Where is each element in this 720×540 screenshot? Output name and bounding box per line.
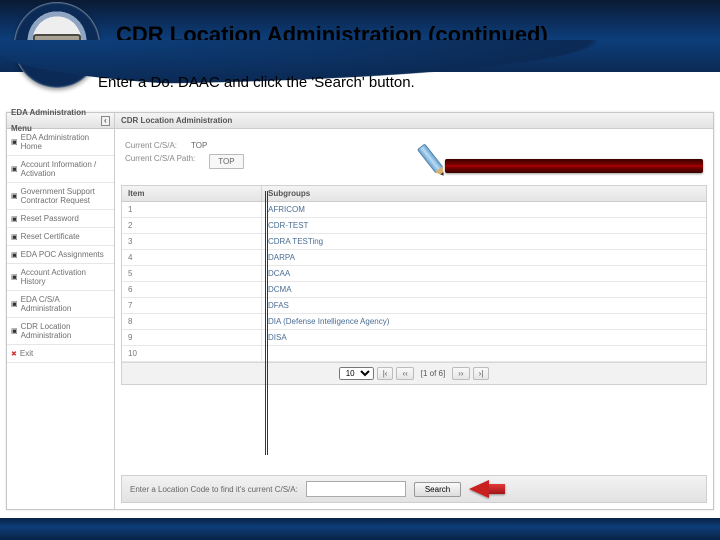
sidebar-item-label: Exit xyxy=(20,349,33,358)
sidebar-item-label: EDA Administration Home xyxy=(21,133,110,151)
exit-icon: ✖ xyxy=(11,350,17,358)
table-header: Item Subgroups xyxy=(122,186,706,202)
row-index: 1 xyxy=(122,202,262,217)
main-panel: CDR Location Administration Current C/S/… xyxy=(115,113,713,509)
sidebar-item-label: Account Information / Activation xyxy=(21,160,110,178)
sidebar-item-account-info[interactable]: ▣Account Information / Activation xyxy=(7,156,114,183)
table-row[interactable]: 2CDR-TEST xyxy=(122,218,706,234)
pager-last-button[interactable]: ›| xyxy=(473,367,490,380)
row-name: DARPA xyxy=(262,250,706,265)
row-index: 2 xyxy=(122,218,262,233)
table-row[interactable]: 1AFRICOM xyxy=(122,202,706,218)
sidebar: EDA Administration Menu ‹ ▣EDA Administr… xyxy=(7,113,115,509)
row-index: 4 xyxy=(122,250,262,265)
sidebar-item-gsc-request[interactable]: ▣Government Support Contractor Request xyxy=(7,183,114,210)
slide-banner: CDR Location Administration (continued) xyxy=(0,0,720,72)
sidebar-item-home[interactable]: ▣EDA Administration Home xyxy=(7,129,114,156)
row-index: 5 xyxy=(122,266,262,281)
sidebar-item-cdr-location-admin[interactable]: ▣CDR Location Administration xyxy=(7,318,114,345)
table-row[interactable]: 9DISA xyxy=(122,330,706,346)
table-row[interactable]: 5DCAA xyxy=(122,266,706,282)
bullet-icon: ▣ xyxy=(11,251,18,259)
bullet-icon: ▣ xyxy=(11,233,18,241)
search-prompt: Enter a Location Code to find it's curre… xyxy=(130,485,298,494)
sidebar-item-label: Reset Certificate xyxy=(21,232,80,241)
current-csa-label: Current C/S/A: xyxy=(125,141,177,150)
table-row[interactable]: 8DIA (Defense Intelligence Agency) xyxy=(122,314,706,330)
bullet-icon: ▣ xyxy=(11,215,18,223)
location-code-input[interactable] xyxy=(306,481,406,497)
annotation-vline xyxy=(265,191,266,455)
current-path-label: Current C/S/A Path: xyxy=(125,154,195,169)
pager-next-button[interactable]: ›› xyxy=(452,367,469,380)
bullet-icon: ▣ xyxy=(11,192,18,200)
table-row[interactable]: 10 xyxy=(122,346,706,362)
bullet-icon: ▣ xyxy=(11,327,18,335)
row-index: 9 xyxy=(122,330,262,345)
row-index: 6 xyxy=(122,282,262,297)
row-name: DIA (Defense Intelligence Agency) xyxy=(262,314,706,329)
app-screenshot-frame: EDA Administration Menu ‹ ▣EDA Administr… xyxy=(6,112,714,510)
search-bar: Enter a Location Code to find it's curre… xyxy=(121,475,707,503)
row-name: AFRICOM xyxy=(262,202,706,217)
sidebar-item-csa-admin[interactable]: ▣EDA C/S/A Administration xyxy=(7,291,114,318)
current-path-pill[interactable]: TOP xyxy=(209,154,243,169)
pager: 10 |‹ ‹‹ [1 of 6] ›› ›| xyxy=(122,362,706,384)
bullet-icon: ▣ xyxy=(11,300,18,308)
row-name: DISA xyxy=(262,330,706,345)
sidebar-item-label: Account Activation History xyxy=(21,268,110,286)
meta-block: Current C/S/A: TOP Current C/S/A Path: T… xyxy=(115,129,713,181)
row-index: 8 xyxy=(122,314,262,329)
sidebar-item-label: EDA C/S/A Administration xyxy=(21,295,110,313)
annotation-vline xyxy=(267,191,268,455)
annotation-red-bar xyxy=(445,159,703,173)
breadcrumb: CDR Location Administration xyxy=(115,113,713,129)
pager-status: [1 of 6] xyxy=(417,369,449,378)
col-subgroups-header: Subgroups xyxy=(262,186,706,201)
sidebar-item-label: Government Support Contractor Request xyxy=(21,187,110,205)
sidebar-header-label: EDA Administration Menu xyxy=(11,105,101,137)
bullet-icon: ▣ xyxy=(11,165,18,173)
page-size-select[interactable]: 10 xyxy=(339,367,374,380)
sidebar-item-label: CDR Location Administration xyxy=(21,322,110,340)
sidebar-collapse-button[interactable]: ‹ xyxy=(101,116,110,126)
sidebar-header: EDA Administration Menu ‹ xyxy=(7,113,114,129)
row-name: CDRA TESTing xyxy=(262,234,706,249)
bullet-icon: ▣ xyxy=(11,273,18,281)
subgroups-table: Item Subgroups 1AFRICOM 2CDR-TEST 3CDRA … xyxy=(121,185,707,385)
sidebar-item-poc-assignments[interactable]: ▣EDA POC Assignments xyxy=(7,246,114,264)
sidebar-item-reset-password[interactable]: ▣Reset Password xyxy=(7,210,114,228)
row-index: 10 xyxy=(122,346,262,361)
table-row[interactable]: 4DARPA xyxy=(122,250,706,266)
row-name: CDR-TEST xyxy=(262,218,706,233)
bullet-icon: ▣ xyxy=(11,138,18,146)
sidebar-item-exit[interactable]: ✖Exit xyxy=(7,345,114,363)
pager-first-button[interactable]: |‹ xyxy=(377,367,394,380)
row-index: 7 xyxy=(122,298,262,313)
slide-title: CDR Location Administration (continued) xyxy=(116,22,710,48)
slide-footer xyxy=(0,518,720,540)
sidebar-item-label: Reset Password xyxy=(21,214,79,223)
col-item-header: Item xyxy=(122,186,262,201)
search-button[interactable]: Search xyxy=(414,482,461,497)
table-row[interactable]: 3CDRA TESTing xyxy=(122,234,706,250)
row-name: DCMA xyxy=(262,282,706,297)
agency-seal xyxy=(14,2,100,88)
sidebar-item-label: EDA POC Assignments xyxy=(21,250,104,259)
row-index: 3 xyxy=(122,234,262,249)
table-row[interactable]: 7DFAS xyxy=(122,298,706,314)
current-csa-value: TOP xyxy=(191,141,207,150)
sidebar-item-activation-history[interactable]: ▣Account Activation History xyxy=(7,264,114,291)
annotation-red-arrow-icon xyxy=(469,480,489,498)
pager-prev-button[interactable]: ‹‹ xyxy=(396,367,413,380)
row-name: DCAA xyxy=(262,266,706,281)
slide-subtitle: Enter a Do. DAAC and click the 'Search' … xyxy=(98,74,415,91)
table-row[interactable]: 6DCMA xyxy=(122,282,706,298)
row-name xyxy=(262,346,706,361)
row-name: DFAS xyxy=(262,298,706,313)
sidebar-item-reset-certificate[interactable]: ▣Reset Certificate xyxy=(7,228,114,246)
